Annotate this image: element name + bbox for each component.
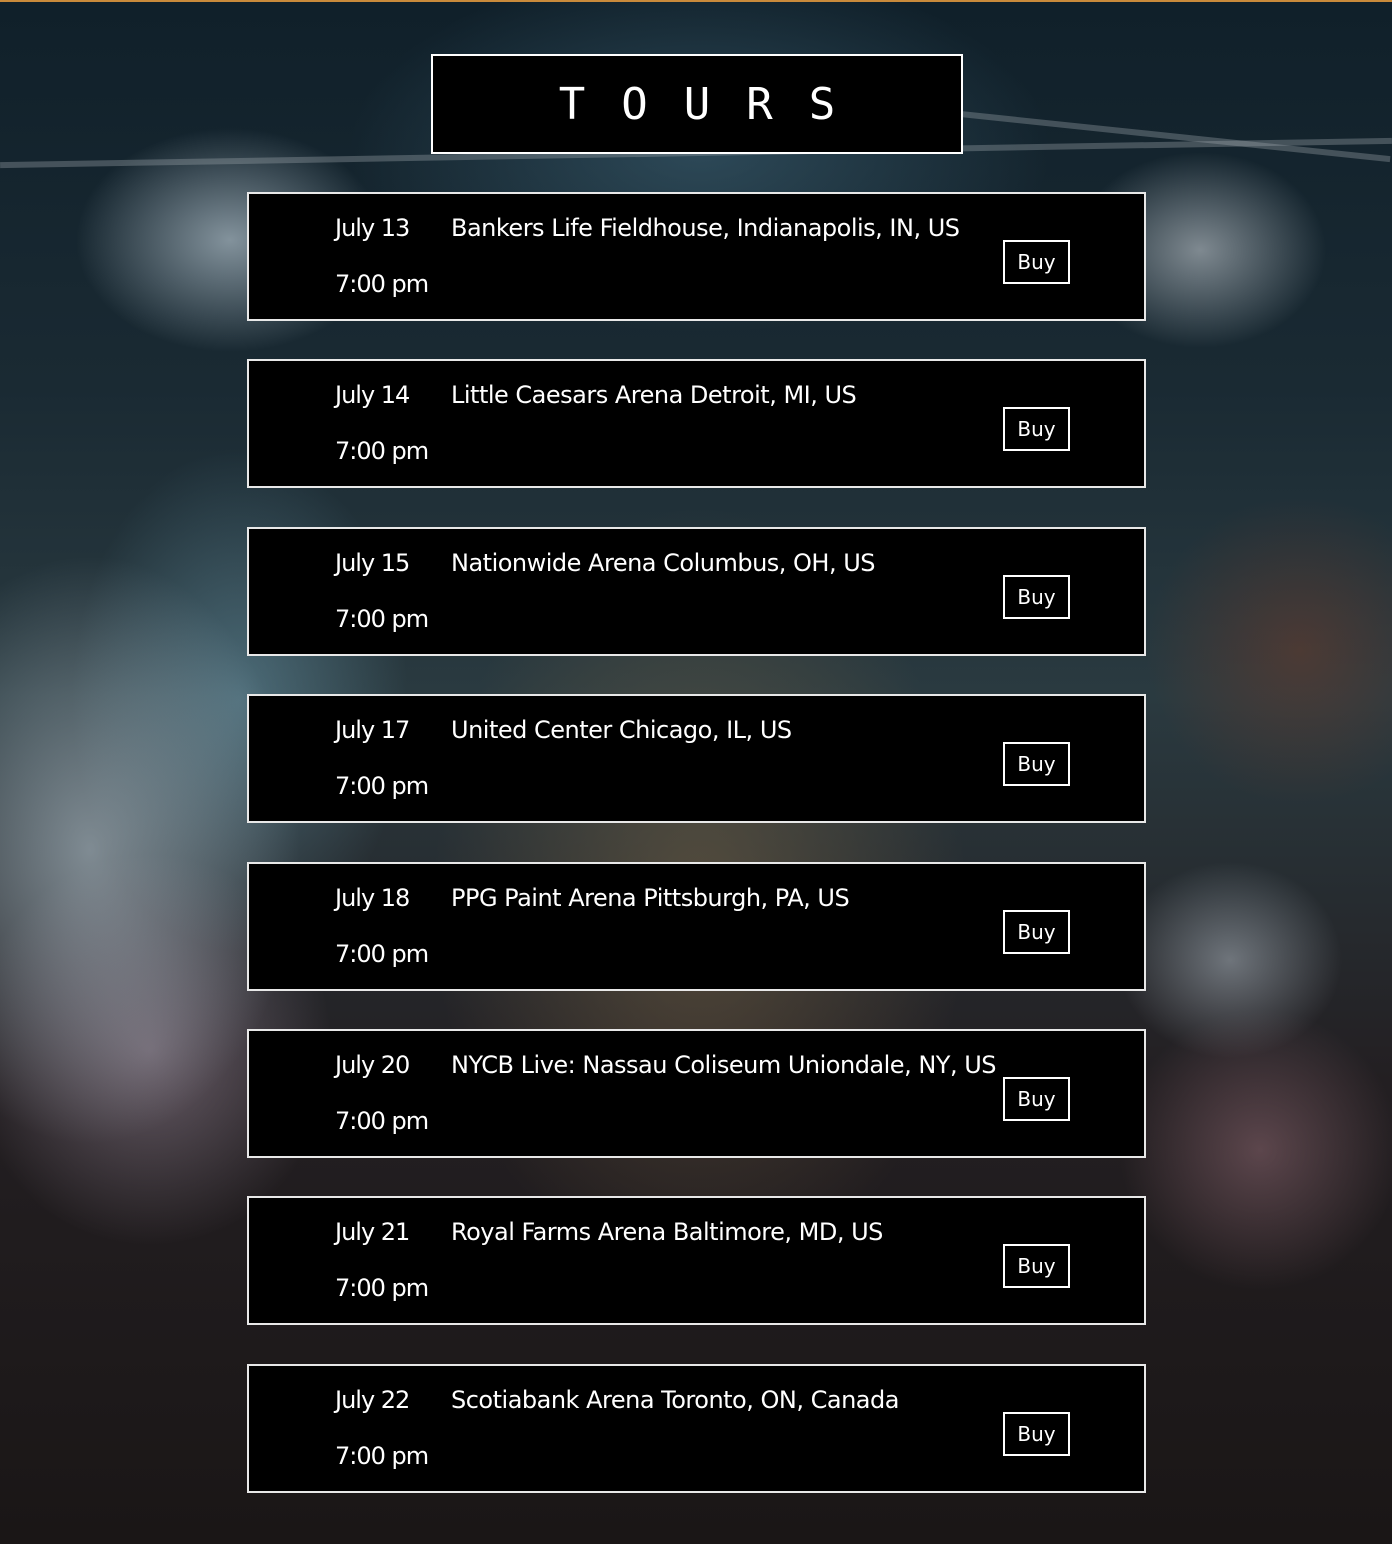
tour-time: 7:00 pm: [335, 1274, 429, 1303]
buy-button[interactable]: Buy: [1003, 909, 1070, 954]
tour-date: July 15: [335, 548, 410, 577]
tour-venue: Nationwide Arena Columbus, OH, US: [451, 548, 876, 577]
tour-date: July 20: [335, 1050, 410, 1079]
tour-row: July 18 PPG Paint Arena Pittsburgh, PA, …: [247, 861, 1146, 991]
tour-date: July 21: [335, 1218, 410, 1247]
tour-venue: Scotiabank Arena Toronto, ON, Canada: [451, 1385, 899, 1414]
buy-button[interactable]: Buy: [1003, 240, 1070, 284]
buy-button[interactable]: Buy: [1003, 1076, 1070, 1121]
tour-time: 7:00 pm: [335, 1106, 429, 1135]
tour-row: July 15 Nationwide Arena Columbus, OH, U…: [247, 526, 1146, 656]
tour-row: July 20 NYCB Live: Nassau Coliseum Union…: [247, 1028, 1146, 1158]
tour-time: 7:00 pm: [335, 270, 429, 298]
tour-date: July 22: [335, 1385, 410, 1414]
tour-date: July 17: [335, 716, 410, 745]
tour-row: July 13 Bankers Life Fieldhouse, Indiana…: [247, 192, 1146, 321]
tour-list: July 13 Bankers Life Fieldhouse, Indiana…: [247, 192, 1146, 1493]
tour-date: July 14: [335, 381, 410, 410]
tour-venue: Bankers Life Fieldhouse, Indianapolis, I…: [451, 214, 960, 242]
tour-row: July 14 Little Caesars Arena Detroit, MI…: [247, 359, 1146, 489]
tour-date: July 18: [335, 883, 410, 912]
page-title: TOURS: [558, 78, 872, 130]
buy-button[interactable]: Buy: [1003, 1244, 1070, 1289]
tour-row: July 21 Royal Farms Arena Baltimore, MD,…: [247, 1196, 1146, 1326]
buy-button[interactable]: Buy: [1003, 407, 1070, 452]
tour-time: 7:00 pm: [335, 604, 429, 633]
tour-row: July 17 United Center Chicago, IL, US 7:…: [247, 694, 1146, 824]
tour-time: 7:00 pm: [335, 1441, 429, 1470]
tour-time: 7:00 pm: [335, 772, 429, 801]
tours-header: TOURS: [431, 54, 963, 154]
buy-button[interactable]: Buy: [1003, 574, 1070, 619]
tour-venue: Little Caesars Arena Detroit, MI, US: [451, 381, 857, 410]
buy-button[interactable]: Buy: [1003, 742, 1070, 787]
top-accent-strip: [0, 0, 1392, 2]
tour-venue: United Center Chicago, IL, US: [451, 716, 792, 745]
tour-venue: PPG Paint Arena Pittsburgh, PA, US: [451, 883, 850, 912]
buy-button[interactable]: Buy: [1003, 1411, 1070, 1456]
tour-date: July 13: [335, 214, 410, 242]
tour-row: July 22 Scotiabank Arena Toronto, ON, Ca…: [247, 1363, 1146, 1493]
tour-venue: NYCB Live: Nassau Coliseum Uniondale, NY…: [451, 1050, 997, 1079]
tour-venue: Royal Farms Arena Baltimore, MD, US: [451, 1218, 883, 1247]
tour-time: 7:00 pm: [335, 437, 429, 466]
tour-time: 7:00 pm: [335, 939, 429, 968]
